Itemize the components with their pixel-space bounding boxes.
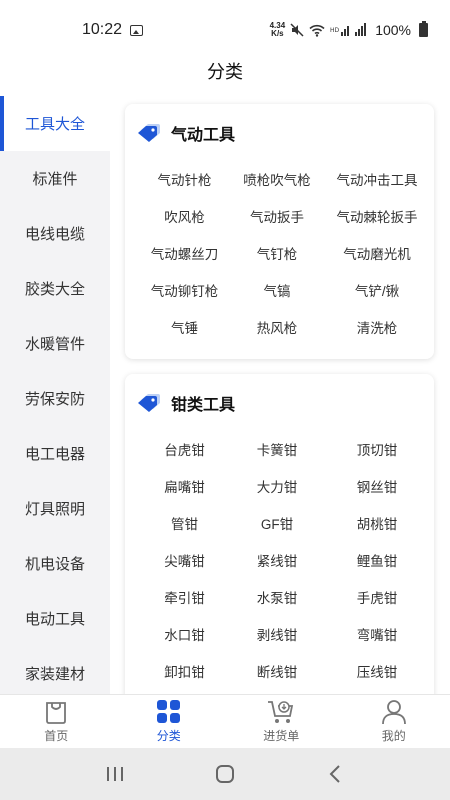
subcategory-item[interactable]: 气动棘轮扳手: [322, 199, 432, 236]
sidebar-item-power-tools[interactable]: 电动工具: [0, 591, 110, 646]
battery-icon: [419, 21, 428, 37]
home-button[interactable]: [205, 759, 245, 789]
status-time: 10:22: [82, 21, 123, 38]
tag-icon: [138, 124, 160, 142]
category-content[interactable]: 气动工具 气动针枪 喷枪吹气枪 气动冲击工具吹风枪 气动扳手 气动棘轮扳手气动螺丝刀 气钉…: [110, 96, 450, 694]
home-square-icon: [216, 765, 234, 783]
subcategory-item[interactable]: 清洗枪: [322, 310, 432, 347]
subcategory-item[interactable]: 气动铆钉枪: [137, 273, 232, 310]
cart-icon: [268, 701, 294, 723]
tab-category-label: 分类: [156, 729, 181, 743]
network-speed-unit: K/s: [271, 29, 284, 38]
subcategory-item[interactable]: 气铲/锹: [322, 273, 432, 310]
sidebar-item-standard-parts[interactable]: 标准件: [0, 151, 110, 206]
subcategory-item[interactable]: 气动冲击工具: [322, 162, 432, 199]
section-header: 气动工具: [125, 104, 434, 162]
sidebar-item-safety[interactable]: 劳保安防: [0, 371, 110, 426]
subcategory-item[interactable]: 胡桃钳: [322, 506, 432, 543]
image-notification-icon: [130, 24, 144, 36]
section-header: 钳类工具: [125, 374, 434, 432]
sidebar-item-tools[interactable]: 工具大全: [0, 96, 110, 151]
subcategory-item[interactable]: 管钳: [137, 506, 232, 543]
subcategory-item[interactable]: 紧线钳: [232, 543, 322, 580]
tab-mine-label: 我的: [381, 729, 406, 743]
subcategory-item[interactable]: 扁嘴钳: [137, 469, 232, 506]
tab-mine[interactable]: 我的: [338, 695, 450, 748]
back-button[interactable]: [315, 759, 355, 789]
sidebar-item-adhesives[interactable]: 胶类大全: [0, 261, 110, 316]
subcategory-item[interactable]: 剥线钳: [232, 617, 322, 654]
page-title: 分类: [207, 62, 243, 82]
shopping-bag-icon: [46, 702, 67, 724]
sidebar-item-plumbing[interactable]: 水暖管件: [0, 316, 110, 371]
grid-icon: [156, 700, 180, 723]
subcategory-item[interactable]: 压线钳: [322, 654, 432, 691]
tab-home-label: 首页: [44, 729, 69, 743]
subcategory-item[interactable]: 断线钳: [232, 654, 322, 691]
svg-text:HD: HD: [330, 27, 340, 34]
sidebar-item-electrical[interactable]: 电工电器: [0, 426, 110, 481]
sidebar-item-machinery[interactable]: 机电设备: [0, 536, 110, 591]
subcategory-item[interactable]: 气动螺丝刀: [137, 236, 232, 273]
subcategory-item[interactable]: 气动磨光机: [322, 236, 432, 273]
bottom-tab-bar: 首页 分类 进货单 我的: [0, 694, 450, 748]
tab-home[interactable]: 首页: [0, 695, 113, 748]
tab-purchase-list[interactable]: 进货单: [225, 695, 338, 748]
sidebar-item-wires-cables[interactable]: 电线电缆: [0, 206, 110, 261]
subcategory-item[interactable]: 水口钳: [137, 617, 232, 654]
category-sidebar[interactable]: 工具大全 标准件 电线电缆 胶类大全 水暖管件 劳保安防 电工电器 灯具照明 机…: [0, 96, 110, 694]
signal-icon: HD: [330, 23, 367, 36]
subcategory-item[interactable]: 吹风枪: [137, 199, 232, 236]
subcategory-item[interactable]: 大力钳: [232, 469, 322, 506]
subcategory-item[interactable]: 气镐: [232, 273, 322, 310]
tab-purchase-list-label: 进货单: [263, 729, 300, 743]
tab-category[interactable]: 分类: [113, 695, 226, 748]
person-icon: [381, 700, 406, 725]
wifi-icon: [309, 24, 325, 37]
network-speed: 4.34 K/s: [270, 22, 286, 38]
subcategory-item[interactable]: 鲤鱼钳: [322, 543, 432, 580]
subcategory-item[interactable]: 水泵钳: [232, 580, 322, 617]
back-chevron-icon: [329, 765, 340, 783]
subcategory-item[interactable]: 手虎钳: [322, 580, 432, 617]
subcategory-item[interactable]: 气动扳手: [232, 199, 322, 236]
subcategory-grid: 台虎钳 卡簧钳 顶切钳扁嘴钳 大力钳 钢丝钳管钳 GF钳 胡桃钳尖嘴钳 紧线钳 鲤鱼钳牵引钳 水泵…: [125, 432, 434, 691]
subcategory-grid: 气动针枪 喷枪吹气枪 气动冲击工具吹风枪 气动扳手 气动棘轮扳手气动螺丝刀 气钉枪 气动磨光…: [125, 162, 434, 347]
subcategory-item[interactable]: 钢丝钳: [322, 469, 432, 506]
section-title: 钳类工具: [171, 397, 236, 414]
system-navigation-bar: [0, 748, 450, 800]
battery-percent: 100%: [375, 22, 411, 38]
subcategory-item[interactable]: 卡簧钳: [232, 432, 322, 469]
section-card-pliers-tools: 钳类工具 台虎钳 卡簧钳 顶切钳扁嘴钳 大力钳 钢丝钳管钳 GF钳 胡桃钳尖嘴钳 紧线钳 鲤鱼钳…: [125, 374, 434, 694]
subcategory-item[interactable]: 台虎钳: [137, 432, 232, 469]
subcategory-item[interactable]: 喷枪吹气枪: [232, 162, 322, 199]
subcategory-item[interactable]: 尖嘴钳: [137, 543, 232, 580]
subcategory-item[interactable]: GF钳: [232, 506, 322, 543]
mute-icon: [290, 23, 304, 37]
sidebar-item-lighting[interactable]: 灯具照明: [0, 481, 110, 536]
subcategory-item[interactable]: 气钉枪: [232, 236, 322, 273]
section-title: 气动工具: [171, 127, 236, 144]
subcategory-item[interactable]: 弯嘴钳: [322, 617, 432, 654]
sidebar-item-building-materials[interactable]: 家装建材: [0, 646, 110, 694]
section-card-pneumatic-tools: 气动工具 气动针枪 喷枪吹气枪 气动冲击工具吹风枪 气动扳手 气动棘轮扳手气动螺丝刀 气钉…: [125, 104, 434, 359]
subcategory-item[interactable]: 热风枪: [232, 310, 322, 347]
status-bar: 10:22 4.34 K/s HD 100%: [0, 0, 450, 52]
tag-icon: [138, 394, 160, 412]
status-indicators: 4.34 K/s HD 100%: [270, 21, 428, 38]
recent-apps-button[interactable]: [95, 759, 135, 789]
recent-apps-icon: [107, 767, 123, 781]
subcategory-item[interactable]: 气动针枪: [137, 162, 232, 199]
subcategory-item[interactable]: 卸扣钳: [137, 654, 232, 691]
subcategory-item[interactable]: 顶切钳: [322, 432, 432, 469]
subcategory-item[interactable]: 气锤: [137, 310, 232, 347]
subcategory-item[interactable]: 牵引钳: [137, 580, 232, 617]
